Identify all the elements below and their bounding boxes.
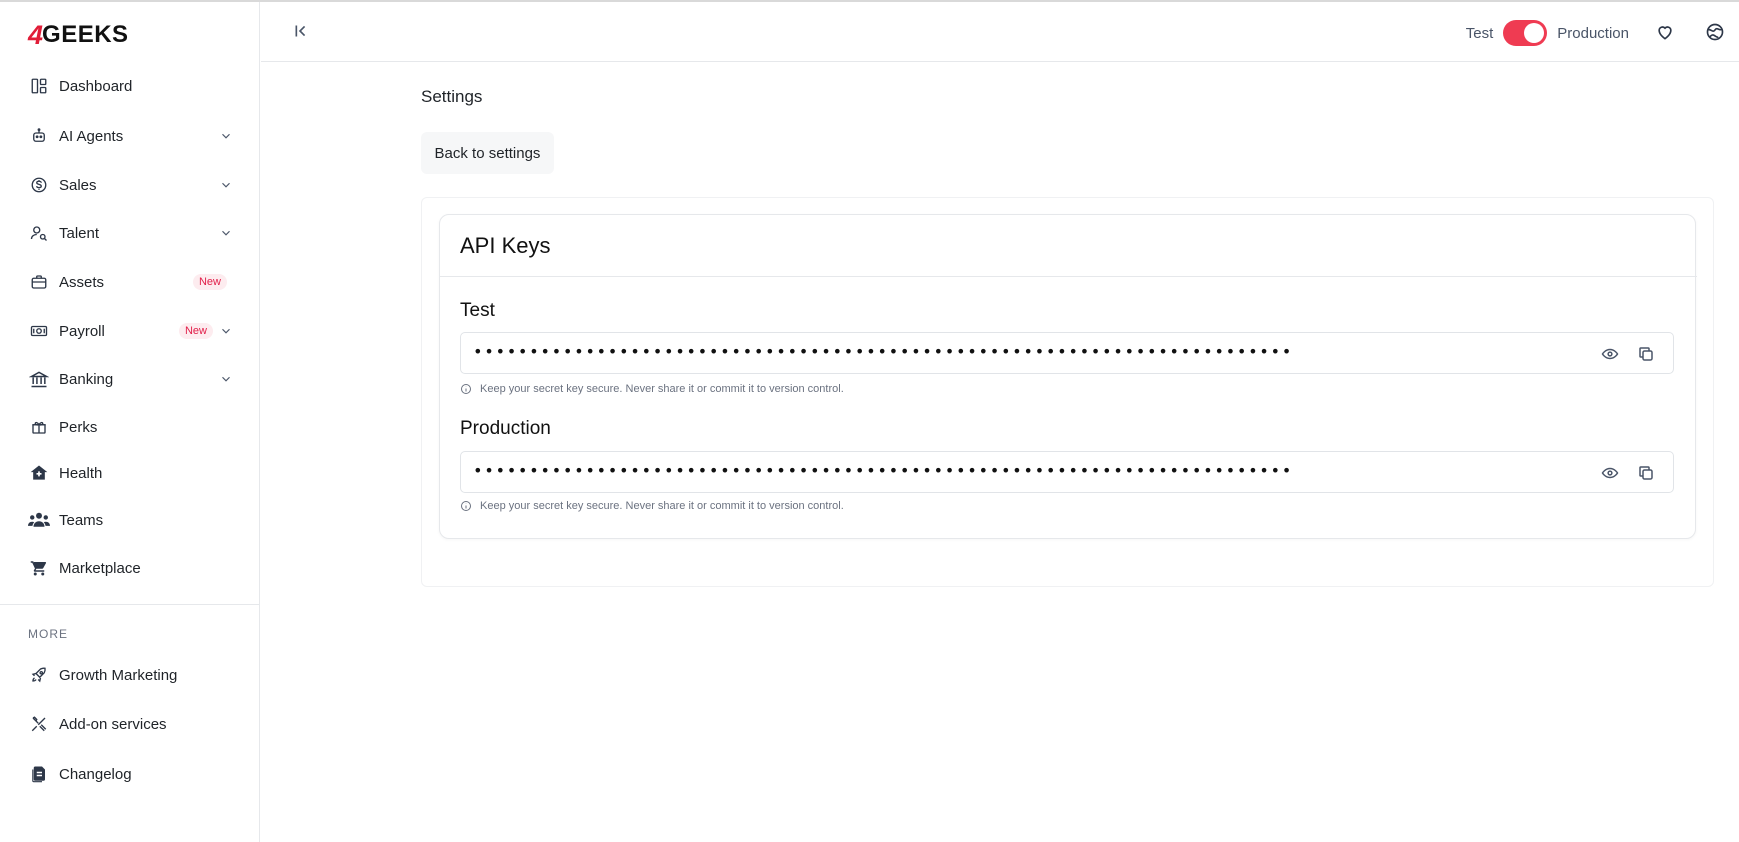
page-title: Settings xyxy=(421,87,483,106)
sidebar-item-ai-agents[interactable]: AI Agents xyxy=(28,118,233,154)
test-key-field[interactable]: ••••••••••••••••••••••••••••••••••••••••… xyxy=(460,332,1674,374)
more-section-label: MORE xyxy=(28,627,68,641)
user-search-icon xyxy=(28,222,50,244)
sidebar-item-health[interactable]: Health xyxy=(28,455,233,491)
sidebar-item-label: Payroll xyxy=(59,322,105,340)
sidebar-item-assets[interactable]: Assets New xyxy=(28,264,233,300)
sidebar-item-label: Health xyxy=(59,464,103,482)
sidebar-item-label: Talent xyxy=(59,224,100,242)
sidebar-item-label: Teams xyxy=(59,511,104,529)
bank-icon xyxy=(28,368,50,390)
sidebar-item-sales[interactable]: Sales xyxy=(28,167,233,203)
card-header: API Keys xyxy=(440,215,1697,277)
eye-icon[interactable] xyxy=(1601,464,1619,482)
chevron-down-icon[interactable] xyxy=(219,324,233,338)
production-key-label: Production xyxy=(460,418,551,439)
test-key-hint: Keep your secret key secure. Never share… xyxy=(460,383,844,395)
new-badge: New xyxy=(178,323,213,339)
sidebar-item-marketplace[interactable]: Marketplace xyxy=(28,550,233,586)
logo-mark: 4 xyxy=(28,19,43,50)
document-icon xyxy=(28,763,50,785)
sidebar-item-teams[interactable]: Teams xyxy=(28,502,233,538)
gift-icon xyxy=(28,416,50,438)
sidebar-item-label: AI Agents xyxy=(59,127,124,145)
sidebar-item-label: Perks xyxy=(59,418,98,436)
sidebar-item-changelog[interactable]: Changelog xyxy=(28,756,233,792)
money-icon xyxy=(28,320,50,342)
eye-icon[interactable] xyxy=(1601,345,1619,363)
sidebar-item-label: Dashboard xyxy=(59,77,133,95)
environment-toggle[interactable] xyxy=(1503,20,1548,46)
logo-text: GEEKS xyxy=(42,21,129,48)
hint-text: Keep your secret key secure. Never share… xyxy=(480,500,844,512)
env-test-label: Test xyxy=(1465,24,1494,42)
toggle-knob xyxy=(1524,23,1545,43)
sidebar-item-label: Assets xyxy=(59,273,105,291)
briefcase-icon xyxy=(28,271,50,293)
sidebar-item-label: Marketplace xyxy=(59,559,141,577)
env-production-label: Production xyxy=(1557,24,1629,42)
sidebar-item-label: Changelog xyxy=(59,765,132,783)
sidebar-item-label: Add-on services xyxy=(59,715,167,733)
logo[interactable]: 4 GEEKS xyxy=(28,20,129,50)
sidebar-item-talent[interactable]: Talent xyxy=(28,215,233,251)
chevron-down-icon[interactable] xyxy=(219,372,233,386)
back-to-settings-button[interactable]: Back to settings xyxy=(421,132,554,174)
chevron-down-icon[interactable] xyxy=(219,129,233,143)
sidebar-item-add-on-services[interactable]: Add-on services xyxy=(28,706,233,742)
test-key-value: ••••••••••••••••••••••••••••••••••••••••… xyxy=(473,342,1293,361)
environment-switch: Test Production xyxy=(1466,18,1629,48)
card-title: API Keys xyxy=(460,233,551,258)
hint-text: Keep your secret key secure. Never share… xyxy=(480,383,844,395)
users-icon xyxy=(28,509,50,531)
cart-icon xyxy=(28,557,50,579)
dollar-icon xyxy=(28,174,50,196)
sidebar-item-label: Banking xyxy=(59,370,114,388)
rocket-icon xyxy=(28,664,50,686)
chevron-down-icon[interactable] xyxy=(219,178,233,192)
production-key-field[interactable]: ••••••••••••••••••••••••••••••••••••••••… xyxy=(460,451,1674,493)
heart-icon[interactable] xyxy=(1655,22,1675,42)
sidebar-item-dashboard[interactable]: Dashboard xyxy=(28,68,233,104)
sidebar-item-growth-marketing[interactable]: Growth Marketing xyxy=(28,657,233,693)
globe-icon[interactable] xyxy=(1705,22,1725,42)
sidebar-item-label: Sales xyxy=(59,176,97,194)
sidebar-item-perks[interactable]: Perks xyxy=(28,409,233,445)
home-health-icon xyxy=(28,462,50,484)
test-key-label: Test xyxy=(460,300,495,321)
copy-icon[interactable] xyxy=(1637,464,1655,482)
sidebar-item-label: Growth Marketing xyxy=(59,666,178,684)
info-icon xyxy=(460,383,472,395)
chevron-down-icon[interactable] xyxy=(219,226,233,240)
sidebar-item-banking[interactable]: Banking xyxy=(28,361,233,397)
sidebar: 4 GEEKS Dashboard AI Agents Sales Talent… xyxy=(0,2,260,842)
tools-icon xyxy=(28,713,50,735)
dashboard-icon xyxy=(28,75,50,97)
collapse-sidebar-icon[interactable] xyxy=(289,20,313,44)
api-keys-card: API Keys Test ••••••••••••••••••••••••••… xyxy=(439,214,1697,539)
new-badge: New xyxy=(192,274,227,290)
topbar: Test Production xyxy=(261,2,1739,62)
sidebar-item-payroll[interactable]: Payroll New xyxy=(28,313,233,349)
copy-icon[interactable] xyxy=(1637,345,1655,363)
info-icon xyxy=(460,500,472,512)
production-key-hint: Keep your secret key secure. Never share… xyxy=(460,500,844,512)
production-key-value: ••••••••••••••••••••••••••••••••••••••••… xyxy=(473,461,1293,480)
robot-icon xyxy=(28,125,50,147)
sidebar-divider xyxy=(0,604,259,605)
